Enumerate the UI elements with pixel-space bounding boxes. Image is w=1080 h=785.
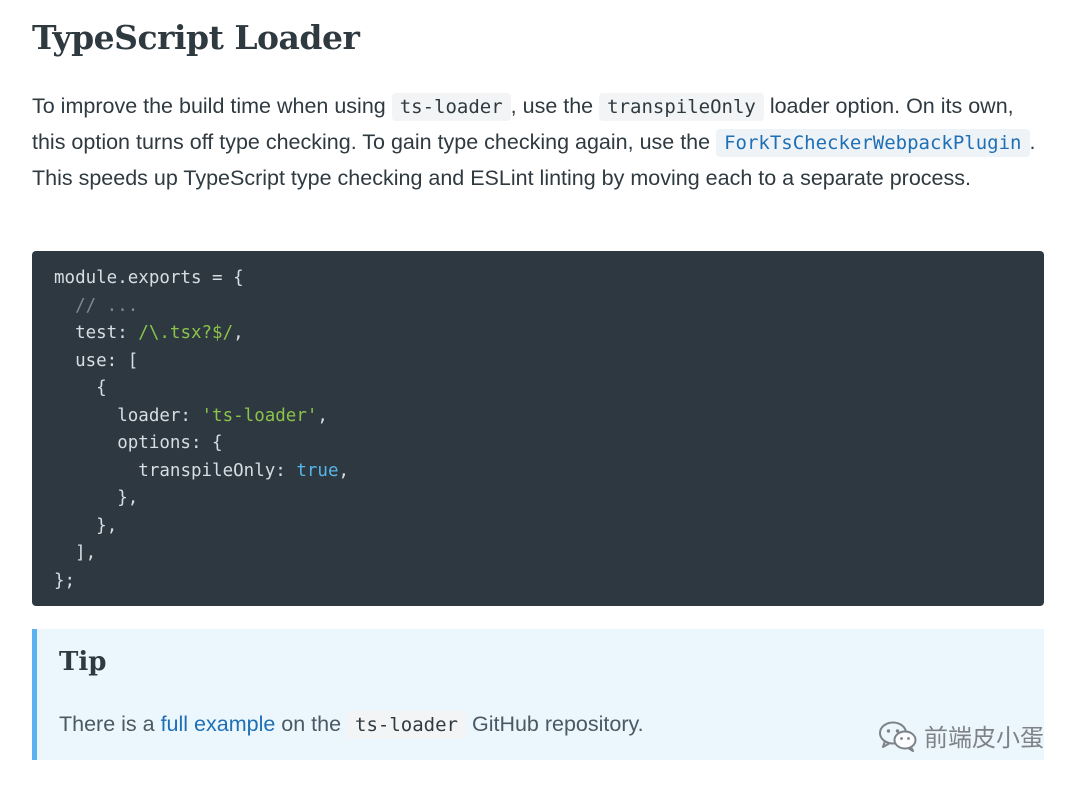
inline-code-ts-loader-tip: ts-loader (347, 711, 466, 739)
code-punct: , (233, 323, 244, 343)
wechat-icon (878, 720, 918, 752)
code-key: transpileOnly: (138, 460, 297, 481)
code-block[interactable]: module.exports = { // ... test: /\.tsx?$… (32, 251, 1044, 606)
tip-title: Tip (59, 647, 107, 677)
code-regex: /\.tsx?$/ (138, 323, 234, 343)
tip-body: There is a full example on the ts-loader… (59, 707, 644, 743)
code-line: }, (117, 488, 139, 508)
fork-ts-checker-link[interactable]: ForkTsCheckerWebpackPlugin (716, 129, 1030, 157)
code-bool: true (296, 460, 339, 481)
inline-code-ts-loader: ts-loader (391, 93, 511, 121)
code-line: options: { (117, 433, 223, 453)
intro-text-2: , use the (510, 94, 600, 118)
code-punct: , (338, 460, 350, 481)
code-punct: , (317, 405, 328, 426)
section-title: TypeScript Loader (32, 18, 360, 57)
watermark: 前端皮小蛋 (878, 718, 1044, 753)
code-line: }; (54, 570, 76, 591)
code-line: module.exports = { (54, 268, 244, 288)
intro-text-1: To improve the build time when using (32, 94, 392, 118)
inline-code-transpile-only: transpileOnly (599, 93, 764, 121)
code-comment: // ... (75, 295, 139, 316)
code-line: ], (75, 543, 97, 563)
tip-text-1: There is a (59, 712, 161, 736)
code-line: { (96, 378, 107, 398)
code-key: loader: (117, 405, 202, 426)
tip-text-3: GitHub repository. (466, 712, 644, 736)
code-line: use: [ (75, 350, 139, 371)
watermark-text: 前端皮小蛋 (924, 724, 1044, 752)
tip-text-2: on the (275, 712, 348, 736)
intro-paragraph: To improve the build time when using ts-… (32, 89, 1044, 196)
code-string: 'ts-loader' (201, 405, 318, 426)
code-key: test: (75, 323, 139, 343)
full-example-link[interactable]: full example (161, 712, 276, 736)
code-line: }, (96, 515, 118, 536)
